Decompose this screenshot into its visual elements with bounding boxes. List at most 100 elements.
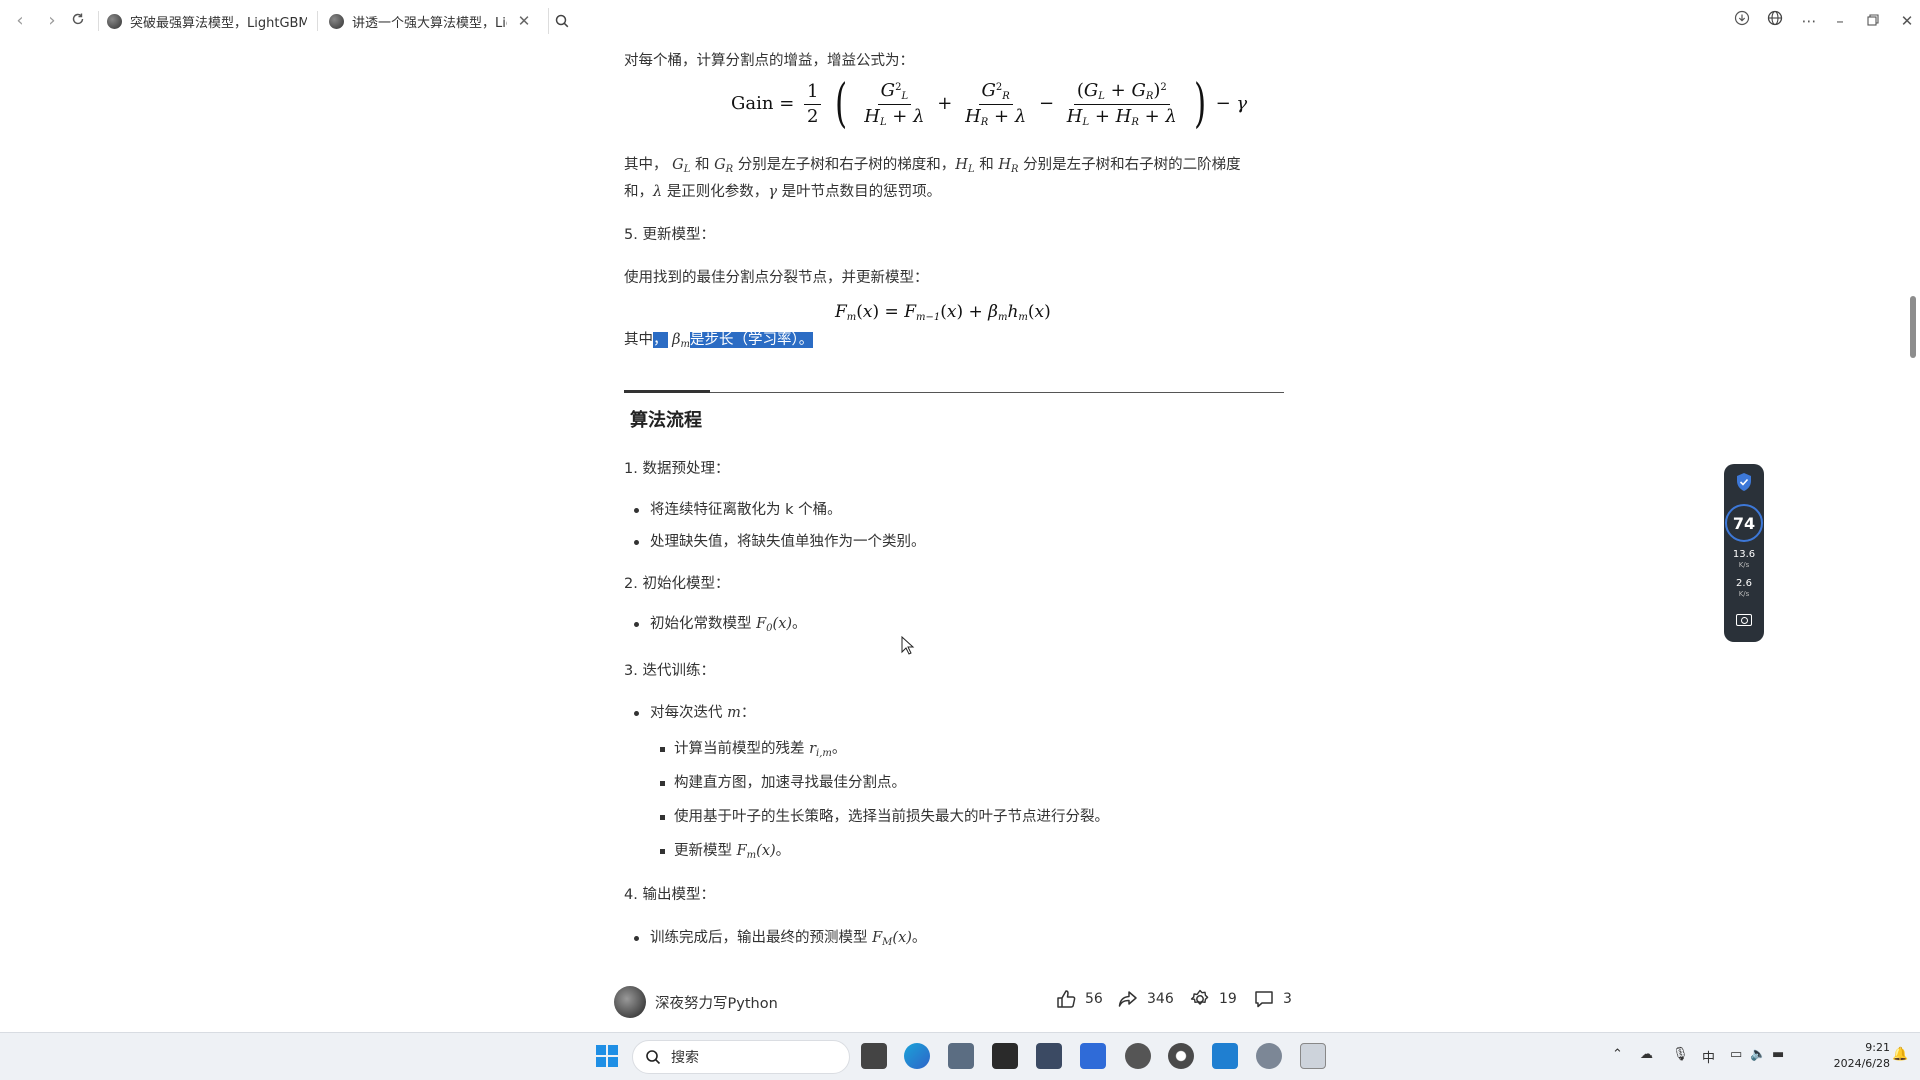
edge-browser-icon[interactable] [904, 1043, 930, 1069]
comment-button[interactable]: 3 [1253, 988, 1292, 1010]
search-placeholder: 搜索 [671, 1050, 699, 1066]
collect-count: 19 [1219, 991, 1237, 1007]
author-name[interactable]: 深夜努力写Python [655, 992, 778, 1013]
tray-expand-icon[interactable]: ⌃ [1612, 1047, 1623, 1062]
gain-formula: Gain = 12 ( G2L HL + λ + G2R HR + λ − (GL … [731, 74, 1248, 134]
notification-bell-icon[interactable]: 🔔 [1892, 1047, 1908, 1062]
file-explorer-icon[interactable] [948, 1043, 974, 1069]
system-clock[interactable]: 9:21 2024/6/28 [1810, 1040, 1890, 1072]
download-rate: 2.6 K/s [1736, 578, 1752, 599]
microphone-icon[interactable]: 🎙 [1672, 1047, 1689, 1062]
volume-icon[interactable]: 🔈 [1750, 1047, 1766, 1062]
s3-list: 对每次迭代 m： [624, 697, 755, 729]
search-icon [646, 1050, 661, 1065]
collect-button[interactable]: 19 [1189, 988, 1237, 1010]
list-item: 构建直方图，加速寻找最佳分割点。 [624, 766, 1109, 800]
site-favicon-icon [329, 13, 344, 29]
step5-title: 5. 更新模型： [624, 227, 715, 243]
s4-list: 训练完成后，输出最终的预测模型 FM(x)。 [624, 922, 926, 954]
terminal-icon[interactable] [992, 1043, 1018, 1069]
s2-list: 初始化常数模型 F0(x)。 [624, 608, 807, 640]
share-button[interactable]: 346 [1117, 988, 1174, 1010]
list-item: 将连续特征离散化为 k 个桶。 [624, 494, 926, 526]
remote-desktop-icon[interactable] [1300, 1043, 1326, 1069]
section-title: 算法流程 [630, 410, 702, 431]
gain-explain-line2: 和，λ 是正则化参数，γ 是叶节点数目的惩罚项。 [624, 184, 942, 200]
avatar[interactable] [614, 986, 646, 1018]
s4-title: 4. 输出模型： [624, 887, 715, 903]
restore-icon[interactable] [1860, 8, 1886, 34]
taskbar: 搜索 ⌃ ☁ 🎙 中 ▭ 🔈 ▬ 9:21 2024/6/28 🔔 [0, 1032, 1920, 1080]
text-selection: 是步长（学习率）。 [689, 332, 814, 348]
app-window-icon[interactable] [1036, 1043, 1062, 1069]
close-window-icon[interactable]: ✕ [1894, 8, 1920, 34]
network-monitor-widget[interactable]: 74 13.6 K/s 2.6 K/s [1724, 464, 1764, 642]
score-gauge: 74 [1725, 504, 1763, 542]
gain-intro: 对每个桶，计算分割点的增益，增益公式为： [624, 53, 914, 69]
like-button[interactable]: 56 [1055, 988, 1103, 1010]
text-selection: ， [653, 332, 668, 348]
tab-lightgbm-2[interactable]: 讲透一个强大算法模型，LightGBM [329, 8, 507, 34]
ime-indicator[interactable]: 中 [1702, 1047, 1715, 1066]
camera-icon[interactable] [1736, 614, 1752, 626]
thumbs-up-icon [1057, 990, 1076, 1008]
s1-title: 1. 数据预处理： [624, 461, 730, 477]
tab-title: 讲透一个强大算法模型，LightGBM [352, 15, 507, 31]
reload-icon[interactable] [67, 10, 89, 32]
s2-title: 2. 初始化模型： [624, 576, 730, 592]
beta-explain: 其中， βm是步长（学习率）。 [624, 332, 814, 350]
tab-search-icon[interactable] [548, 8, 574, 34]
list-item: 训练完成后，输出最终的预测模型 FM(x)。 [624, 922, 926, 954]
site-favicon-icon [107, 13, 122, 29]
forward-icon[interactable]: › [41, 10, 63, 32]
update-intro: 使用找到的最佳分割点分裂节点，并更新模型： [624, 270, 929, 286]
clock-date: 2024/6/28 [1833, 1057, 1890, 1070]
list-item: 更新模型 Fm(x)。 [624, 834, 1109, 868]
share-count: 346 [1147, 991, 1174, 1007]
mouse-cursor-icon [901, 636, 915, 655]
list-item: 使用基于叶子的生长策略，选择当前损失最大的叶子节点进行分裂。 [624, 800, 1109, 834]
taskbar-search-input[interactable]: 搜索 [632, 1040, 850, 1074]
back-icon[interactable]: ‹ [9, 10, 31, 32]
s3-sublist: 计算当前模型的残差 ri,m。 构建直方图，加速寻找最佳分割点。 使用基于叶子的… [624, 732, 1109, 868]
clock-time: 9:21 [1865, 1041, 1890, 1054]
upload-rate: 13.6 K/s [1732, 549, 1756, 570]
battery-icon[interactable]: ▬ [1772, 1047, 1784, 1062]
feishu-icon[interactable] [1080, 1043, 1106, 1069]
obs-icon[interactable] [1125, 1043, 1151, 1069]
chrome-icon[interactable] [1168, 1043, 1194, 1069]
section-divider-accent [624, 390, 710, 393]
vscode-icon[interactable] [1212, 1043, 1238, 1069]
windows-start-icon[interactable] [594, 1043, 620, 1069]
like-count: 56 [1085, 991, 1103, 1007]
share-icon [1118, 991, 1137, 1007]
list-item: 处理缺失值，将缺失值单独作为一个类别。 [624, 526, 926, 558]
browser-toolbar: ‹ › 突破最强算法模型，LightGBM！ 讲透一个强大算法模型，LightG… [0, 0, 1920, 42]
s1-list: 将连续特征离散化为 k 个桶。 处理缺失值，将缺失值单独作为一个类别。 [624, 494, 926, 558]
list-item: 计算当前模型的残差 ri,m。 [624, 732, 1109, 766]
task-view-icon[interactable] [861, 1043, 887, 1069]
list-item: 对每次迭代 m： [624, 697, 755, 729]
comment-icon [1255, 991, 1273, 1008]
cloud-icon[interactable]: ☁ [1640, 1047, 1653, 1062]
list-item: 初始化常数模型 F0(x)。 [624, 608, 807, 640]
globe-icon[interactable] [1762, 8, 1788, 34]
active-browser-icon[interactable] [1256, 1043, 1282, 1069]
gain-explain-line1: 其中， GL 和 GR 分别是左子树和右子树的梯度和，HL 和 HR 分别是左子… [624, 157, 1241, 175]
download-icon[interactable] [1729, 8, 1755, 34]
tab-title: 突破最强算法模型，LightGBM！ [130, 15, 307, 31]
s3-title: 3. 迭代训练： [624, 663, 715, 679]
update-formula: Fm(x) = Fm−1(x) + βmhm(x) [835, 302, 1051, 323]
section-divider [624, 392, 1284, 393]
gain-label: Gain [731, 93, 774, 114]
more-menu-icon[interactable]: ⋯ [1796, 8, 1822, 34]
close-tab-icon[interactable]: ✕ [513, 8, 535, 34]
author-info[interactable]: 深夜努力写Python [614, 986, 778, 1018]
gear-icon [1190, 989, 1209, 1005]
minimize-icon[interactable]: – [1827, 8, 1853, 34]
network-icon[interactable]: ▭ [1730, 1047, 1742, 1062]
comment-count: 3 [1283, 991, 1292, 1007]
shield-icon [1737, 473, 1751, 491]
scrollbar-thumb[interactable] [1910, 296, 1916, 358]
tab-lightgbm-1[interactable]: 突破最强算法模型，LightGBM！ [107, 8, 307, 34]
